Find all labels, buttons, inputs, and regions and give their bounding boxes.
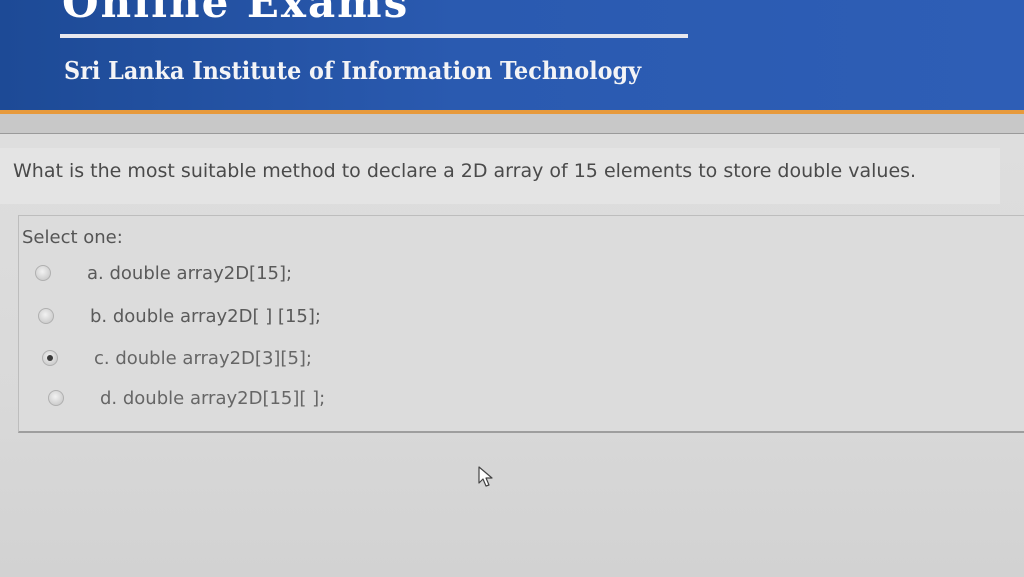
- exam-portal-title: Online Exams: [62, 0, 410, 27]
- mouse-pointer-icon: [478, 466, 493, 487]
- institution-name: Sri Lanka Institute of Information Techn…: [64, 56, 642, 85]
- answer-option-a[interactable]: a. double array2D[15];: [35, 260, 292, 286]
- option-c-label[interactable]: c. double array2D[3][5];: [94, 348, 312, 369]
- radio-option-b[interactable]: [38, 308, 54, 324]
- header-banner: Online Exams Sri Lanka Institute of Info…: [0, 0, 1024, 110]
- option-b-label[interactable]: b. double array2D[ ] [15];: [90, 306, 321, 327]
- question-text: What is the most suitable method to decl…: [13, 160, 917, 182]
- option-d-label[interactable]: d. double array2D[15][ ];: [100, 388, 325, 409]
- answer-option-d[interactable]: d. double array2D[15][ ];: [48, 385, 325, 411]
- header-divider: [60, 34, 688, 38]
- radio-option-c[interactable]: [42, 350, 58, 366]
- select-one-prompt: Select one:: [22, 227, 123, 248]
- header-strip: [0, 114, 1024, 134]
- answer-option-b[interactable]: b. double array2D[ ] [15];: [38, 303, 321, 329]
- option-a-label[interactable]: a. double array2D[15];: [87, 263, 292, 284]
- answer-option-c[interactable]: c. double array2D[3][5];: [42, 345, 312, 371]
- radio-option-d[interactable]: [48, 390, 64, 406]
- radio-option-a[interactable]: [35, 265, 51, 281]
